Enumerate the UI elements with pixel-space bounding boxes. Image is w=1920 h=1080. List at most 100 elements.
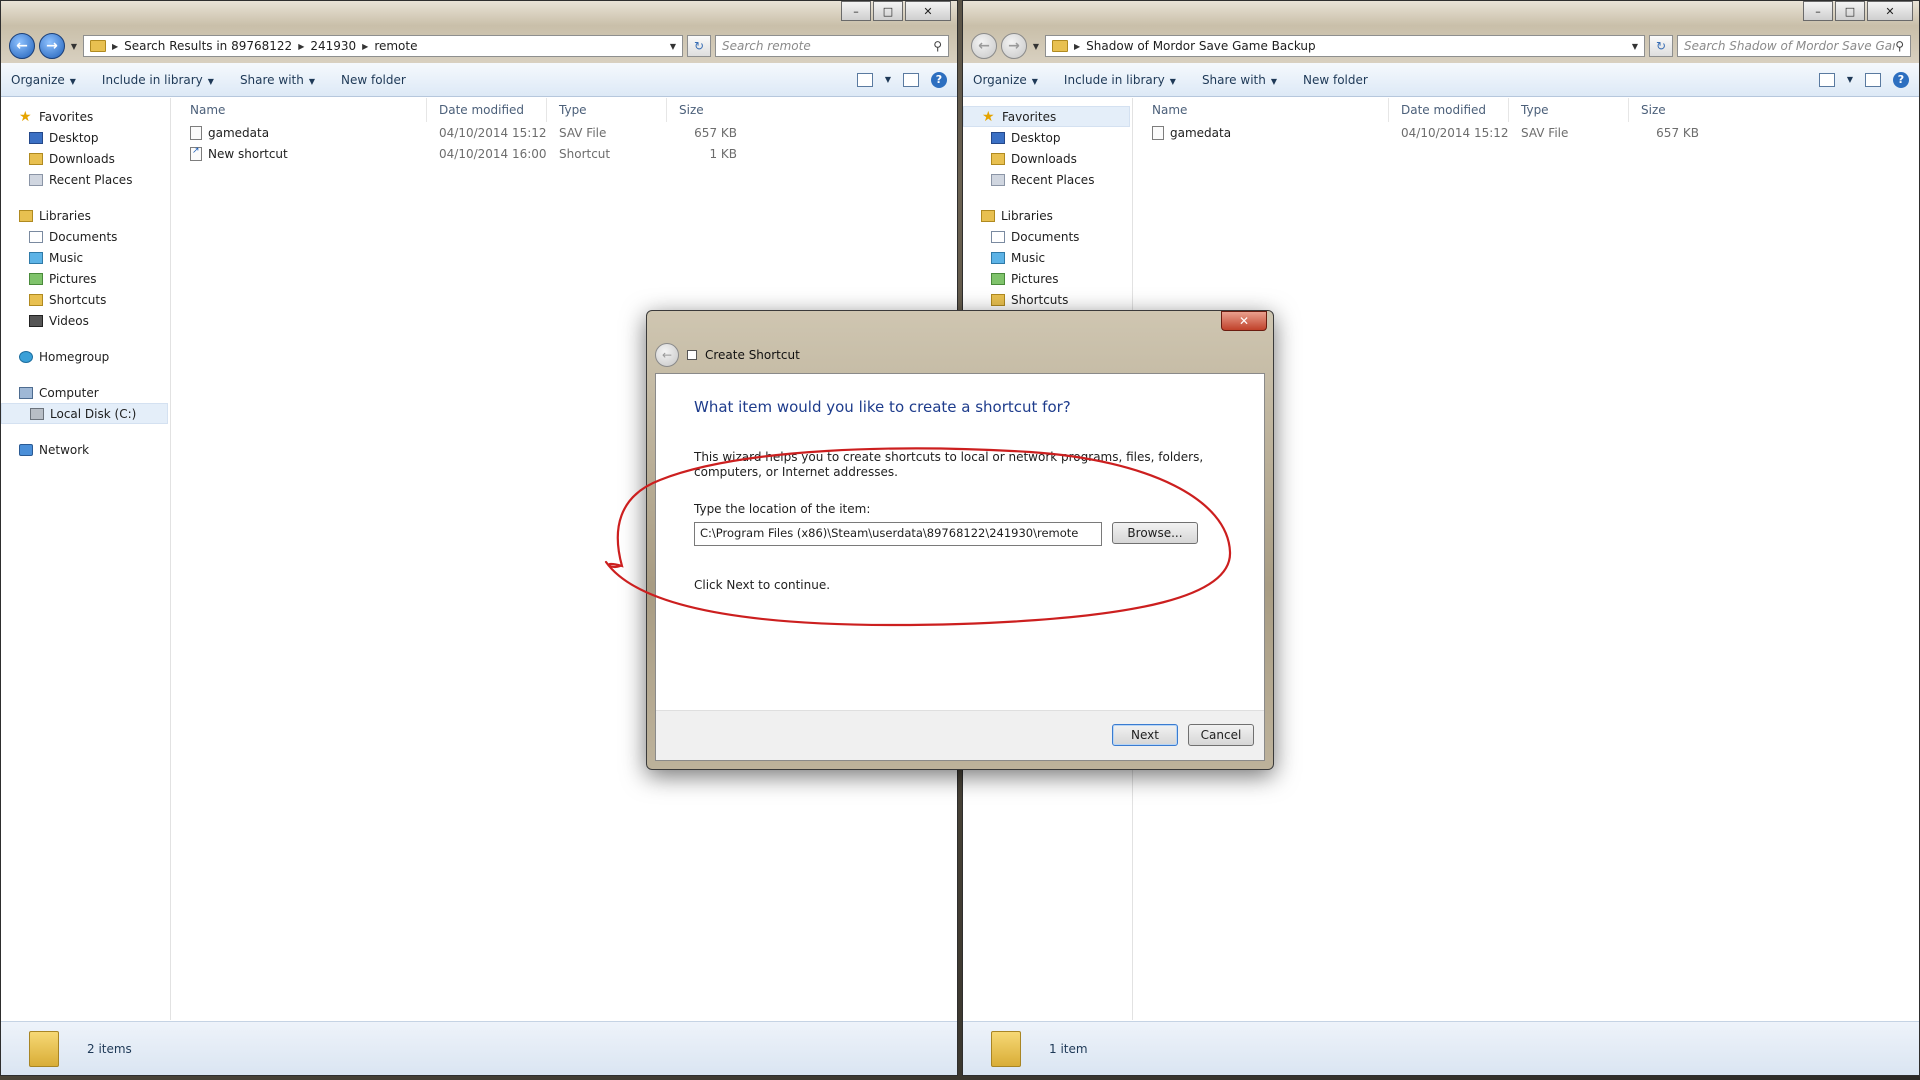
nav-label: Documents: [49, 229, 118, 244]
nav-shortcuts[interactable]: Shortcuts: [1, 289, 170, 310]
maximize-icon[interactable]: □: [873, 1, 903, 21]
back-arrow-icon[interactable]: ←: [9, 33, 35, 59]
column-header-type[interactable]: Type: [547, 98, 667, 122]
nav-music[interactable]: Music: [1, 247, 170, 268]
breadcrumb-item[interactable]: remote: [374, 39, 417, 53]
include-in-library-button[interactable]: Include in library ▼: [102, 73, 214, 87]
nav-favorites[interactable]: ★ Favorites: [1, 106, 170, 127]
column-header-name[interactable]: Name: [1134, 98, 1389, 122]
breadcrumb-item[interactable]: Search Results in 89768122: [124, 39, 292, 53]
breadcrumb-item[interactable]: 241930: [310, 39, 356, 53]
window-frame: – □ ✕ ← → ▼ ▶ Search Results in 89768122…: [1, 1, 957, 63]
table-row[interactable]: New shortcut 04/10/2014 16:00 Shortcut 1…: [172, 143, 957, 164]
nav-computer[interactable]: Computer: [1, 382, 170, 403]
forward-arrow-icon[interactable]: →: [1001, 33, 1027, 59]
minimize-icon[interactable]: –: [841, 1, 871, 21]
nav-libraries[interactable]: Libraries: [1, 205, 170, 226]
nav-desktop[interactable]: Desktop: [963, 127, 1132, 148]
nav-documents[interactable]: Documents: [1, 226, 170, 247]
include-label: Include in library: [1063, 72, 1165, 87]
refresh-icon[interactable]: ↻: [687, 35, 711, 57]
breadcrumb-separator[interactable]: ▶: [1074, 42, 1080, 51]
location-input[interactable]: C:\Program Files (x86)\Steam\userdata\89…: [694, 522, 1102, 546]
nav-recent-places[interactable]: Recent Places: [963, 169, 1132, 190]
nav-network[interactable]: Network: [1, 439, 170, 460]
nav-label: Pictures: [49, 271, 97, 286]
new-folder-label: New folder: [1303, 72, 1368, 87]
column-header-name[interactable]: Name: [172, 98, 427, 122]
new-folder-button[interactable]: New folder: [341, 73, 406, 87]
new-folder-button[interactable]: New folder: [1303, 73, 1368, 87]
nav-pictures[interactable]: Pictures: [963, 268, 1132, 289]
nav-videos[interactable]: Videos: [1, 310, 170, 331]
view-controls: ▼ ?: [1818, 71, 1909, 88]
back-arrow-icon[interactable]: ←: [655, 343, 679, 367]
nav-homegroup[interactable]: Homegroup: [1, 346, 170, 367]
nav-downloads[interactable]: Downloads: [1, 148, 170, 169]
browse-button[interactable]: Browse...: [1112, 522, 1198, 544]
help-icon[interactable]: ?: [931, 71, 947, 88]
table-row[interactable]: gamedata 04/10/2014 15:12 SAV File 657 K…: [172, 122, 957, 143]
nav-downloads[interactable]: Downloads: [963, 148, 1132, 169]
nav-local-disk[interactable]: Local Disk (C:): [1, 403, 168, 424]
search-input[interactable]: Search remote ⚲: [715, 35, 949, 57]
nav-label: Videos: [49, 313, 89, 328]
forward-arrow-icon[interactable]: →: [39, 33, 65, 59]
nav-recent-places[interactable]: Recent Places: [1, 169, 170, 190]
close-icon[interactable]: ✕: [1221, 311, 1267, 331]
dialog-body: What item would you like to create a sho…: [655, 373, 1265, 761]
chevron-down-icon[interactable]: ▼: [885, 75, 891, 84]
include-in-library-button[interactable]: Include in library ▼: [1064, 73, 1176, 87]
help-icon[interactable]: ?: [1893, 71, 1909, 88]
table-row[interactable]: gamedata 04/10/2014 15:12 SAV File 657 K…: [1134, 122, 1919, 143]
preview-pane-icon[interactable]: [1865, 72, 1881, 87]
close-icon[interactable]: ✕: [1867, 1, 1913, 21]
chevron-down-icon[interactable]: ▼: [1632, 42, 1638, 51]
breadcrumb-separator[interactable]: ▶: [362, 42, 368, 51]
documents-icon: [991, 230, 1005, 243]
refresh-icon[interactable]: ↻: [1649, 35, 1673, 57]
search-input[interactable]: Search Shadow of Mordor Save Gam... ⚲: [1677, 35, 1911, 57]
column-header-size[interactable]: Size: [667, 98, 737, 122]
nav-pictures[interactable]: Pictures: [1, 268, 170, 289]
search-icon[interactable]: ⚲: [933, 39, 942, 53]
preview-pane-icon[interactable]: [903, 72, 919, 87]
folder-icon: [1052, 40, 1068, 52]
breadcrumb-separator[interactable]: ▶: [112, 42, 118, 51]
column-header-size[interactable]: Size: [1629, 98, 1699, 122]
nav-desktop[interactable]: Desktop: [1, 127, 170, 148]
share-with-button[interactable]: Share with ▼: [1202, 73, 1277, 87]
nav-favorites[interactable]: ★ Favorites: [963, 106, 1130, 127]
nav-documents[interactable]: Documents: [963, 226, 1132, 247]
address-bar[interactable]: ▶ Search Results in 89768122 ▶ 241930 ▶ …: [83, 35, 683, 57]
organize-button[interactable]: Organize ▼: [973, 73, 1038, 87]
dialog-title: Create Shortcut: [705, 348, 800, 362]
cancel-button[interactable]: Cancel: [1188, 724, 1254, 746]
column-header-date[interactable]: Date modified: [427, 98, 547, 122]
address-bar[interactable]: ▶ Shadow of Mordor Save Game Backup ▼: [1045, 35, 1645, 57]
organize-button[interactable]: Organize ▼: [11, 73, 76, 87]
nav-shortcuts[interactable]: Shortcuts: [963, 289, 1132, 310]
nav-music[interactable]: Music: [963, 247, 1132, 268]
file-name-cell: gamedata: [1134, 125, 1389, 140]
folder-icon: [90, 40, 106, 52]
chevron-down-icon[interactable]: ▼: [670, 42, 676, 51]
view-options-icon[interactable]: [856, 72, 873, 87]
column-header-type[interactable]: Type: [1509, 98, 1629, 122]
column-header-date[interactable]: Date modified: [1389, 98, 1509, 122]
nav-libraries[interactable]: Libraries: [963, 205, 1132, 226]
minimize-icon[interactable]: –: [1803, 1, 1833, 21]
view-options-icon[interactable]: [1818, 72, 1835, 87]
close-icon[interactable]: ✕: [905, 1, 951, 21]
breadcrumb-item[interactable]: Shadow of Mordor Save Game Backup: [1086, 39, 1315, 53]
breadcrumb-separator[interactable]: ▶: [298, 42, 304, 51]
recent-pages-dropdown[interactable]: ▼: [69, 42, 79, 51]
chevron-down-icon: ▼: [1031, 76, 1038, 86]
search-icon[interactable]: ⚲: [1895, 39, 1904, 53]
chevron-down-icon[interactable]: ▼: [1847, 75, 1853, 84]
back-arrow-icon[interactable]: ←: [971, 33, 997, 59]
next-button[interactable]: Next: [1112, 724, 1178, 746]
recent-pages-dropdown[interactable]: ▼: [1031, 42, 1041, 51]
share-with-button[interactable]: Share with ▼: [240, 73, 315, 87]
maximize-icon[interactable]: □: [1835, 1, 1865, 21]
